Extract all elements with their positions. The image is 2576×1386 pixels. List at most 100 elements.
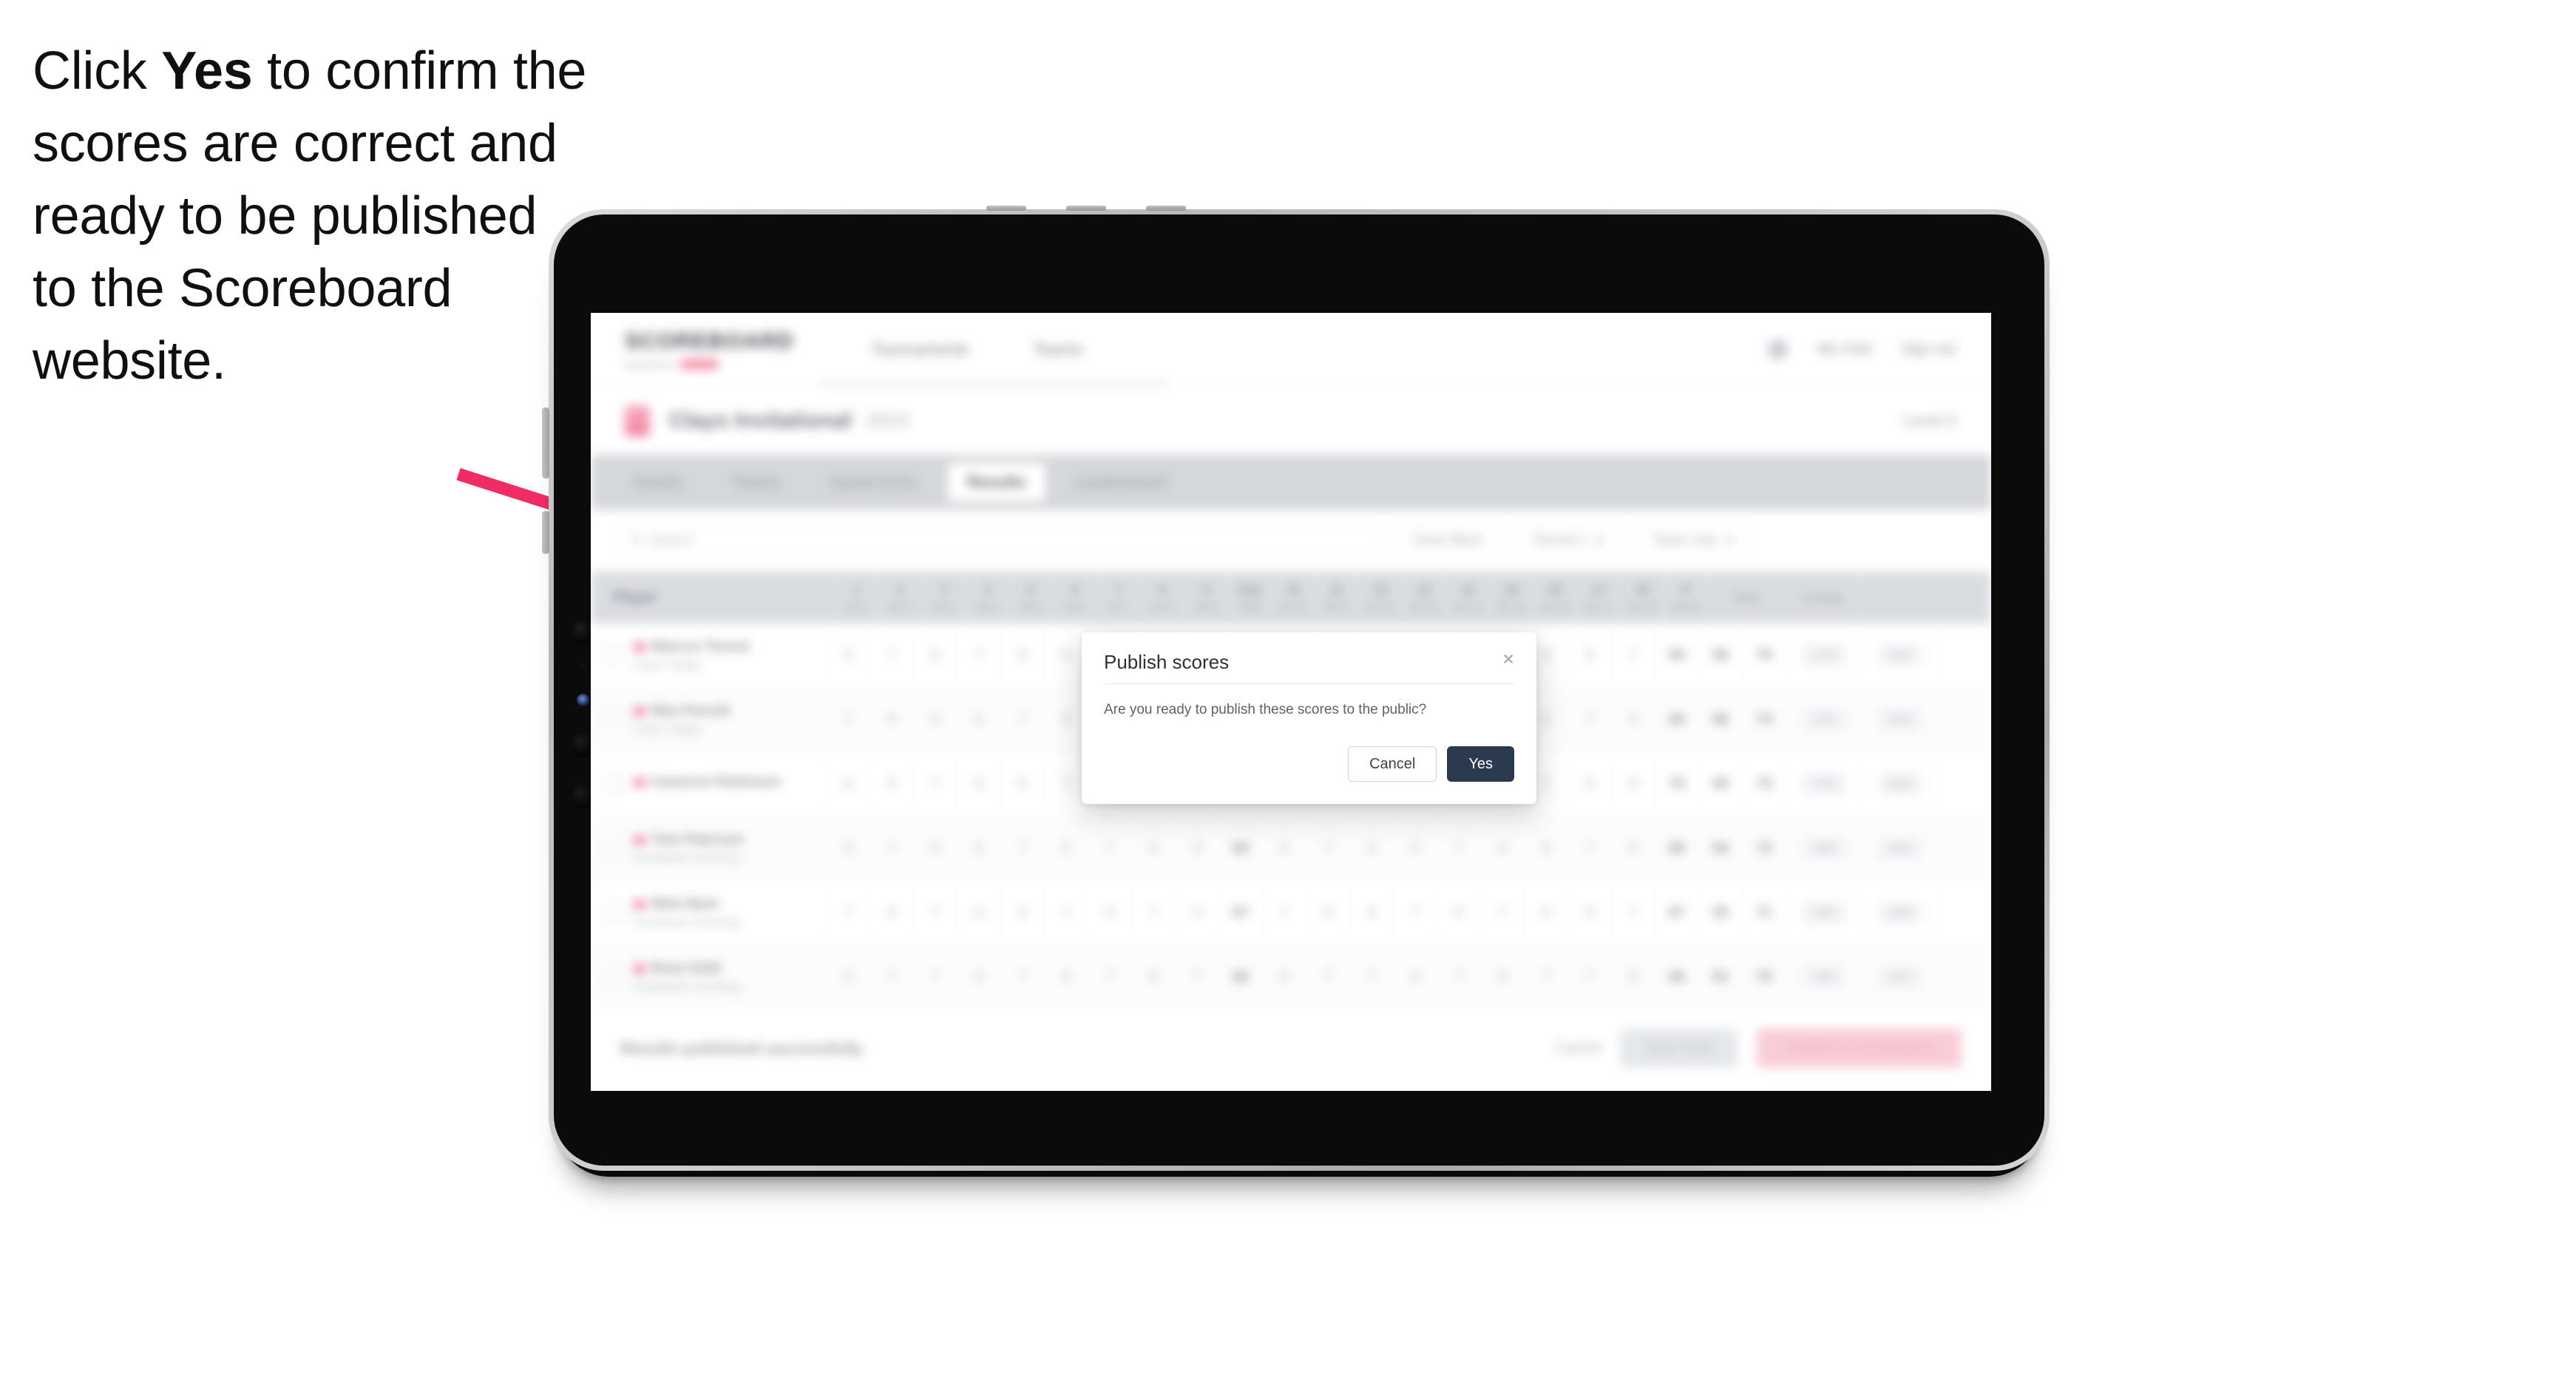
score-cell[interactable]: 7 <box>1088 817 1132 880</box>
score-cell[interactable]: 72 <box>1743 817 1786 880</box>
row-checkbox[interactable] <box>604 967 625 987</box>
score-cell[interactable]: 8 <box>914 623 957 687</box>
score-cell[interactable]: 8 <box>1612 752 1655 816</box>
score-cell[interactable]: 7 <box>1437 945 1481 1009</box>
score-cell[interactable]: 7 <box>870 945 914 1009</box>
table-column-header[interactable]: Player <box>591 572 835 623</box>
score-cell[interactable]: 7 <box>1132 881 1176 944</box>
table-column-header[interactable]: Sub Total <box>1228 572 1272 623</box>
table-column-header[interactable]: 10 Stn 10 <box>1272 572 1315 623</box>
table-column-header[interactable]: 14 Stn 14 <box>1446 572 1490 623</box>
score-cell[interactable]: 8 <box>1350 881 1394 944</box>
table-row[interactable]: Mimi Bant Southbank Shooting 7 8 7 8 8 7 8 7 8 67 7 8… <box>591 881 1991 945</box>
table-column-header[interactable]: 7 Stn 7 <box>1097 572 1141 623</box>
row-checkbox[interactable] <box>604 709 625 730</box>
nav-link-teams[interactable]: Teams <box>1033 339 1083 359</box>
score-cell[interactable]: 8 <box>1525 817 1568 880</box>
table-column-header[interactable]: 11 Stn 11 <box>1315 572 1359 623</box>
table-column-header[interactable]: 16 Stn 16 <box>1533 572 1577 623</box>
score-cell[interactable]: 7 <box>1568 945 1612 1009</box>
score-cell[interactable]: 7 <box>1306 945 1350 1009</box>
tab-results[interactable]: Results <box>948 463 1045 501</box>
table-column-header[interactable]: 8 Stn 8 <box>1141 572 1184 623</box>
score-cell[interactable]: 75 <box>1743 623 1786 687</box>
score-cell[interactable]: 7 <box>1525 945 1568 1009</box>
score-cell[interactable]: 8 <box>1568 752 1612 816</box>
score-cell[interactable]: 69 <box>1655 623 1699 687</box>
score-cell[interactable]: 8 <box>1132 817 1176 880</box>
search-input[interactable]: ⚲ Search <box>617 524 1379 558</box>
score-cell[interactable]: 7 <box>1437 817 1481 880</box>
score-cell[interactable]: 8 <box>1568 623 1612 687</box>
score-cell[interactable]: 7 <box>914 752 957 816</box>
nav-link-tournaments[interactable]: Tournaments <box>871 339 969 359</box>
score-cell[interactable]: 8 <box>957 688 1001 751</box>
score-cell[interactable]: 7 <box>1001 688 1045 751</box>
row-checkbox[interactable] <box>604 902 625 923</box>
score-cell[interactable]: 8 <box>1525 881 1568 944</box>
tab-leaderboard[interactable]: Leaderboard <box>1056 463 1187 501</box>
close-icon[interactable]: × <box>1502 649 1514 669</box>
score-cell[interactable]: 70 <box>1743 945 1786 1009</box>
nav-user-label[interactable]: My Club <box>1817 341 1871 358</box>
score-cell[interactable]: 70 <box>1655 752 1699 816</box>
cancel-button[interactable]: Cancel <box>1348 746 1437 782</box>
score-cell[interactable]: 8 <box>1437 881 1481 944</box>
score-cell[interactable]: 8 <box>870 688 914 751</box>
table-column-header[interactable]: 5 Stn 5 <box>1010 572 1054 623</box>
table-column-header[interactable]: 1 Stn 1 <box>835 572 879 623</box>
score-cell[interactable]: 7 <box>1176 945 1219 1009</box>
score-cell[interactable]: 7 <box>870 817 914 880</box>
row-checkbox[interactable] <box>604 645 625 666</box>
score-cell[interactable]: 8 <box>957 817 1001 880</box>
score-cell[interactable]: 8 <box>914 688 957 751</box>
table-column-header[interactable]: 15 Stn 15 <box>1490 572 1533 623</box>
score-cell[interactable]: 67 <box>1219 881 1263 944</box>
score-cell[interactable]: 93 <box>1699 881 1743 944</box>
score-cell[interactable]: 8 <box>1612 817 1655 880</box>
score-cell[interactable]: 8 <box>1132 945 1176 1009</box>
score-cell[interactable]: 7 <box>1350 945 1394 1009</box>
score-cell[interactable]: 91 <box>1699 945 1743 1009</box>
score-cell[interactable]: 7 <box>1481 881 1525 944</box>
score-cell[interactable]: 8 <box>1088 881 1132 944</box>
score-cell[interactable]: 7 <box>1045 881 1088 944</box>
score-cell[interactable]: 67 <box>1655 881 1699 944</box>
score-cell[interactable]: 7 <box>914 945 957 1009</box>
table-column-header[interactable]: 9 Stn 9 <box>1184 572 1228 623</box>
row-checkbox[interactable] <box>604 774 625 794</box>
score-cell[interactable]: 8 <box>870 881 914 944</box>
table-column-header[interactable]: 13 Stn 13 <box>1403 572 1446 623</box>
table-column-header[interactable]: R Round <box>1664 572 1708 623</box>
score-cell[interactable]: 8 <box>827 752 870 816</box>
score-cell[interactable]: 66 <box>1655 945 1699 1009</box>
avatar[interactable] <box>1768 339 1789 359</box>
score-cell[interactable]: 8 <box>870 752 914 816</box>
score-cell[interactable]: 8 <box>827 945 870 1009</box>
volume-button[interactable] <box>542 408 549 479</box>
score-cell[interactable]: 8 <box>1001 881 1045 944</box>
table-column-header[interactable]: Lookup <box>1784 572 1860 623</box>
publish-to-scoreboard-button[interactable]: Publish to Scoreboard <box>1757 1029 1962 1068</box>
score-cell[interactable]: 7 <box>1568 688 1612 751</box>
table-column-header[interactable]: 12 Stn 12 <box>1359 572 1403 623</box>
team-only-select[interactable]: Team only ▾ <box>1636 523 1750 558</box>
score-cell[interactable]: 7 <box>1001 945 1045 1009</box>
clear-filters-button[interactable]: Clear filters <box>1395 523 1501 558</box>
table-column-header[interactable]: 4 Stn 4 <box>966 572 1010 623</box>
score-cell[interactable]: 98 <box>1699 623 1743 687</box>
score-cell[interactable]: 7 <box>957 623 1001 687</box>
score-cell[interactable]: 8 <box>1394 945 1437 1009</box>
score-cell[interactable]: 8 <box>957 945 1001 1009</box>
table-column-header[interactable]: 6 Stn 6 <box>1054 572 1097 623</box>
score-cell[interactable]: 95 <box>1699 752 1743 816</box>
table-row[interactable]: Tom Paterson Southbank Shooting 8 7 8 8 7 8 7 8 8 6… <box>591 817 1991 881</box>
table-column-header[interactable]: Total <box>1708 572 1784 623</box>
round-select[interactable]: Round 1 ▾ <box>1516 523 1620 558</box>
footer-cancel-link[interactable]: Cancel <box>1555 1040 1601 1057</box>
score-cell[interactable]: 7 <box>1394 881 1437 944</box>
score-cell[interactable]: 7 <box>1568 817 1612 880</box>
nav-signout-link[interactable]: Sign out <box>1902 341 1956 358</box>
row-checkbox[interactable] <box>604 838 625 859</box>
score-cell[interactable]: 7 <box>914 881 957 944</box>
